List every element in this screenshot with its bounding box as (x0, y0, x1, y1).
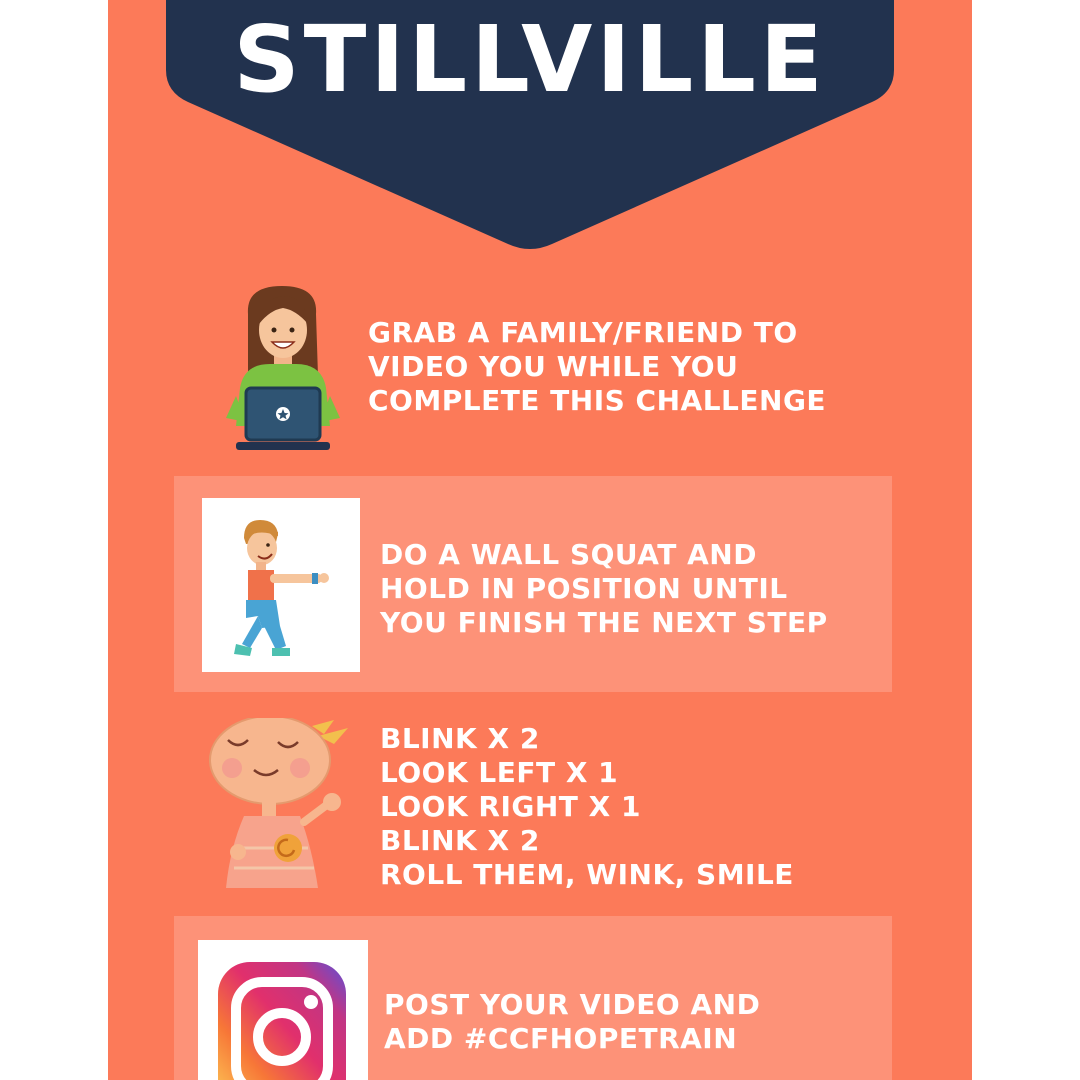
step-text-line: LOOK RIGHT X 1 (380, 790, 641, 823)
step-text-line: YOU FINISH THE NEXT STEP (380, 606, 828, 639)
step-text-line: HOLD IN POSITION UNTIL (380, 572, 788, 605)
step-2-thumbnail (202, 498, 360, 672)
step-text-line: LOOK LEFT X 1 (380, 756, 619, 789)
challenge-poster: STILLVILLE GRAB A FAMILY/FRIEND TO VIDEO… (108, 0, 972, 1080)
step-4-text: POST YOUR VIDEO AND ADD #CCFHOPETRAIN (384, 988, 760, 1056)
step-text-line: BLINK X 2 (380, 722, 540, 755)
step-4-thumbnail (198, 940, 368, 1080)
step-2-text: DO A WALL SQUAT AND HOLD IN POSITION UNT… (380, 538, 828, 640)
smiling-girl-icon (209, 718, 348, 888)
step-text-line: POST YOUR VIDEO AND (384, 988, 761, 1021)
woman-laptop-icon (226, 286, 340, 450)
step-text-line: GRAB A FAMILY/FRIEND TO (368, 316, 798, 349)
step-1-text: GRAB A FAMILY/FRIEND TO VIDEO YOU WHILE … (368, 316, 826, 418)
step-text-line: BLINK X 2 (380, 824, 540, 857)
step-text-line: ADD #CCFHOPETRAIN (384, 1022, 738, 1055)
wall-squat-icon (234, 520, 329, 656)
step-2-card: DO A WALL SQUAT AND HOLD IN POSITION UNT… (174, 476, 892, 692)
step-text-line: VIDEO YOU WHILE YOU (368, 350, 739, 383)
step-text-line: DO A WALL SQUAT AND (380, 538, 757, 571)
title-banner: STILLVILLE (166, 0, 894, 252)
step-4-card: POST YOUR VIDEO AND ADD #CCFHOPETRAIN (174, 916, 892, 1080)
step-text-line: COMPLETE THIS CHALLENGE (368, 384, 827, 417)
page-title: STILLVILLE (233, 6, 827, 113)
step-3-text: BLINK X 2 LOOK LEFT X 1 LOOK RIGHT X 1 B… (380, 722, 794, 892)
instagram-icon (218, 962, 346, 1080)
step-text-line: ROLL THEM, WINK, SMILE (380, 858, 794, 891)
